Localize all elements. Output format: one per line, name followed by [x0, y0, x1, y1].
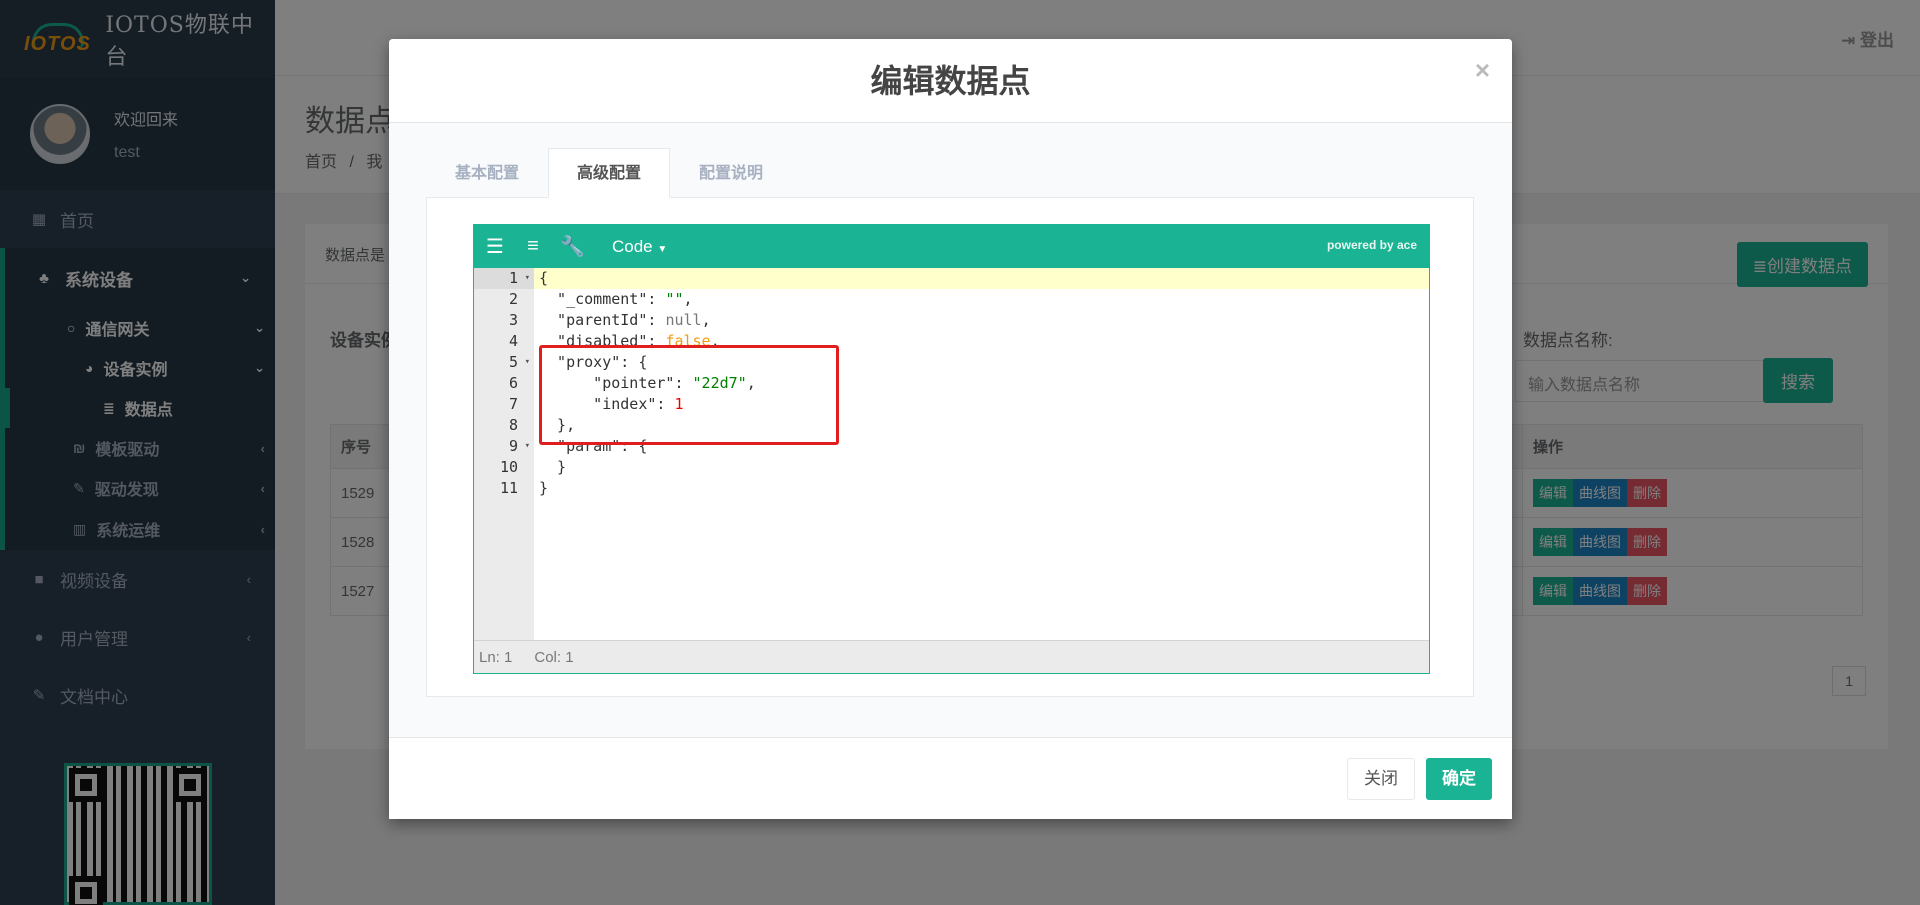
fold-icon[interactable]: ▾: [525, 352, 530, 373]
code-line[interactable]: "_comment": "",: [534, 289, 1429, 310]
config-tabs: 基本配置 高级配置 配置说明: [426, 148, 792, 198]
confirm-button[interactable]: 确定: [1426, 758, 1492, 800]
tab-advanced-config[interactable]: 高级配置: [548, 148, 671, 198]
wrench-icon[interactable]: 🔧: [560, 234, 585, 259]
line-number: 1 ▾: [474, 268, 534, 289]
line-number: 8: [508, 416, 518, 434]
editor-toolbar: ☰ ≡ 🔧 Code ▼ powered by ace: [474, 225, 1429, 268]
code-line[interactable]: }: [534, 478, 1429, 499]
editor-area[interactable]: 1 ▾ 2 3 4 5 ▾ 6 7 8 9 ▾ 10 11 { "_commen…: [474, 268, 1429, 640]
code-line[interactable]: "parentId": null,: [534, 310, 1429, 331]
tab-basic-config[interactable]: 基本配置: [426, 148, 548, 198]
code-line[interactable]: }: [534, 457, 1429, 478]
modal-header: 编辑数据点 ×: [389, 39, 1512, 123]
mode-label: Code: [612, 236, 653, 256]
caret-down-icon: ▼: [657, 243, 668, 255]
line-number: 11: [499, 479, 518, 497]
line-number: 3: [508, 311, 518, 329]
close-icon[interactable]: ×: [1475, 55, 1490, 86]
cursor-line: Ln: 1: [479, 648, 513, 666]
json-editor: ☰ ≡ 🔧 Code ▼ powered by ace 1 ▾ 2 3 4 5 ▾ …: [473, 224, 1430, 674]
line-number: 9 ▾: [508, 436, 530, 457]
close-button[interactable]: 关闭: [1347, 758, 1415, 800]
line-number-gutter: 1 ▾ 2 3 4 5 ▾ 6 7 8 9 ▾ 10 11: [474, 268, 534, 640]
tab-config-help[interactable]: 配置说明: [670, 148, 792, 198]
mode-selector[interactable]: Code ▼: [612, 237, 667, 257]
line-number: 5 ▾: [508, 352, 530, 373]
fold-icon[interactable]: ▾: [525, 268, 530, 289]
cursor-column: Col: 1: [534, 648, 574, 666]
compact-icon[interactable]: ≡: [522, 235, 544, 258]
line-number: 10: [499, 458, 518, 476]
line-number: 6: [508, 374, 518, 392]
code-content[interactable]: { "_comment": "", "parentId": null, "dis…: [534, 268, 1429, 640]
modal-footer: 关闭 确定: [389, 737, 1512, 819]
code-line[interactable]: {: [534, 268, 1429, 289]
format-icon[interactable]: ☰: [484, 234, 506, 259]
line-number: 2: [508, 290, 518, 308]
modal-title: 编辑数据点: [870, 63, 1031, 99]
editor-status-bar: Ln: 1 Col: 1: [474, 640, 1429, 673]
powered-by-ace[interactable]: powered by ace: [1327, 238, 1417, 252]
line-number: 7: [508, 395, 518, 413]
line-number: 4: [508, 332, 518, 350]
fold-icon[interactable]: ▾: [525, 436, 530, 457]
annotation-highlight-box: [539, 345, 839, 445]
tab-content: ☰ ≡ 🔧 Code ▼ powered by ace 1 ▾ 2 3 4 5 ▾ …: [426, 197, 1474, 697]
